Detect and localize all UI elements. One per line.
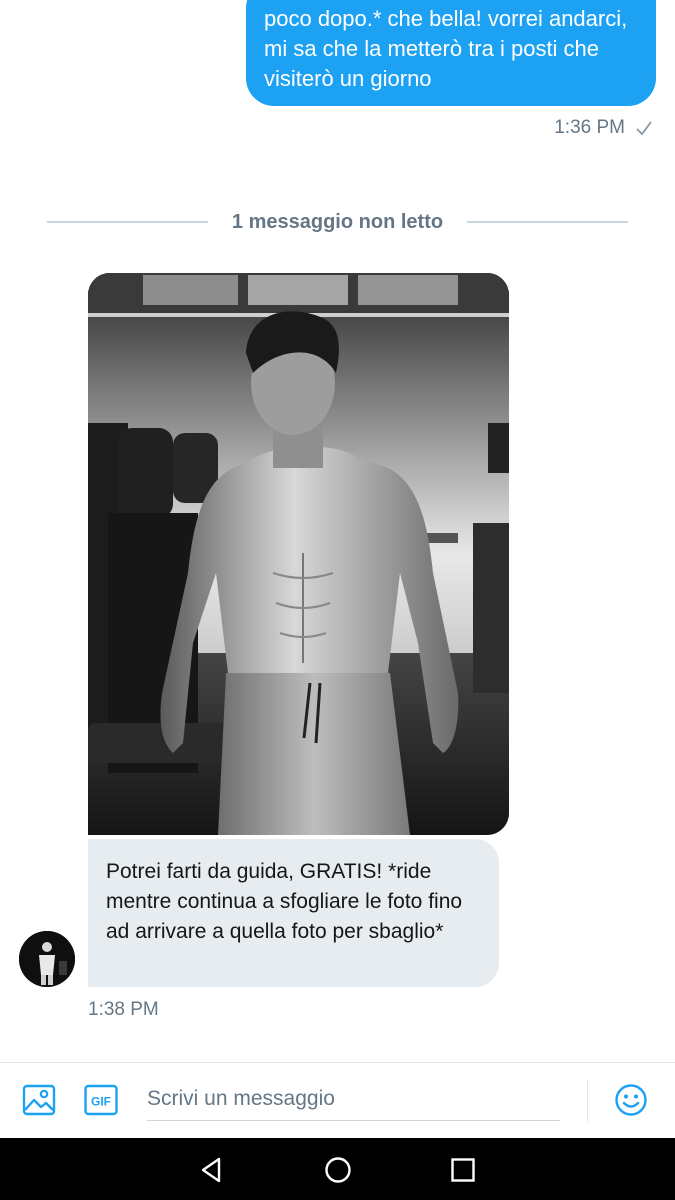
gym-photo-illustration [88,273,509,835]
gif-icon[interactable]: GIF [84,1083,118,1117]
received-message-bubble[interactable]: Potrei farti da guida, GRATIS! *ride men… [88,839,499,987]
unread-divider: 1 messaggio non letto [47,205,628,239]
system-nav-bar [0,1138,675,1200]
sender-avatar[interactable] [19,931,75,987]
avatar-person-icon [19,931,75,987]
composer-separator [587,1079,588,1123]
check-icon [636,121,652,136]
sent-message-meta: 1:36 PM [554,114,653,142]
received-photo[interactable] [88,273,509,835]
sent-message-bubble[interactable]: poco dopo.* che bella! vorrei andarci, m… [246,0,656,106]
divider-line-right [467,221,628,223]
gif-label: GIF [91,1095,111,1109]
sent-message-time: 1:36 PM [554,117,625,138]
recents-icon[interactable] [448,1155,478,1185]
image-icon[interactable] [22,1083,56,1117]
unread-divider-label: 1 messaggio non letto [231,210,444,233]
dm-conversation-screen: poco dopo.* che bella! vorrei andarci, m… [0,0,675,1200]
divider-line-left [47,221,208,223]
emoji-icon[interactable] [614,1083,648,1117]
message-composer: GIF [0,1062,675,1138]
home-icon[interactable] [323,1155,353,1185]
message-input[interactable] [147,1077,560,1121]
back-icon[interactable] [197,1155,227,1185]
received-message-time: 1:38 PM [88,999,159,1020]
